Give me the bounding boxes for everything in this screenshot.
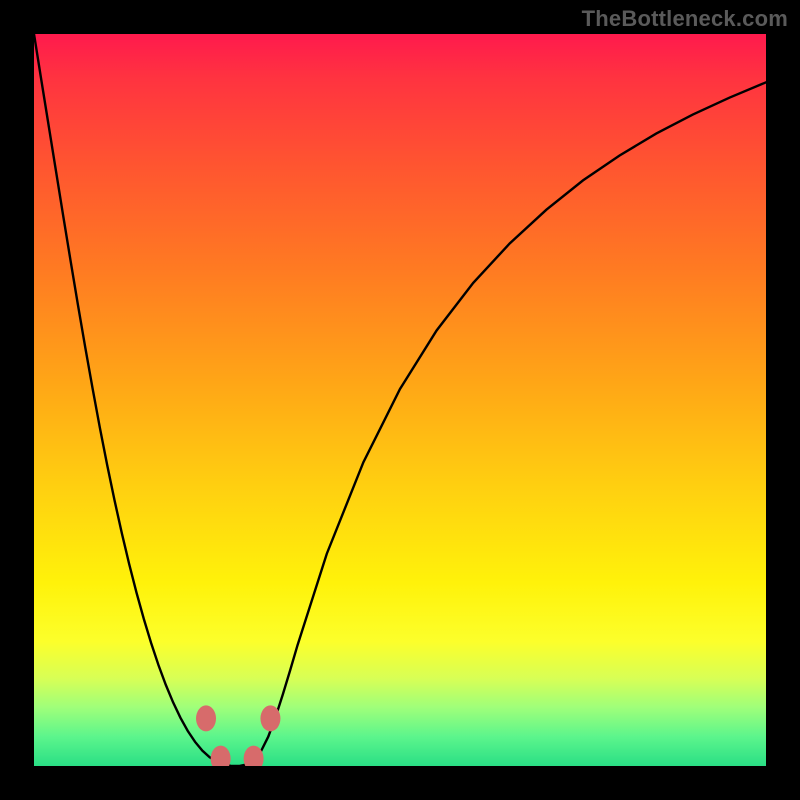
curve-marker	[196, 705, 216, 731]
curve-marker	[260, 705, 280, 731]
curve-line	[34, 34, 766, 766]
curve-marker	[244, 746, 264, 766]
bottleneck-curve	[34, 34, 766, 766]
chart-plot-area	[34, 34, 766, 766]
curve-marker	[211, 746, 231, 766]
curve-path	[34, 34, 766, 766]
chart-frame: TheBottleneck.com	[0, 0, 800, 800]
watermark-text: TheBottleneck.com	[582, 6, 788, 32]
